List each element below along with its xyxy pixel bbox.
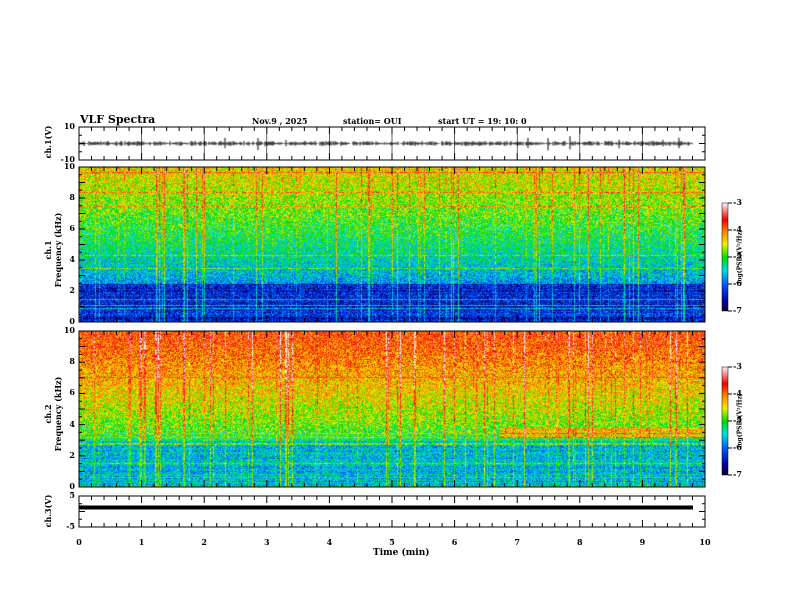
panel-frame bbox=[78, 330, 706, 488]
x-tick-label: 5 bbox=[389, 537, 395, 547]
colorbar-tick-label: -5 bbox=[733, 251, 742, 261]
y-tick-label: 2 bbox=[69, 449, 75, 460]
x-tick-label: 6 bbox=[451, 537, 458, 547]
spec2-ylabel-ch: ch.2 bbox=[43, 404, 53, 424]
x-tick-label: 4 bbox=[326, 537, 333, 547]
x-tick-label: 7 bbox=[514, 537, 520, 547]
colorbar-tick-label: -3 bbox=[733, 197, 742, 207]
colorbar-frame bbox=[721, 202, 729, 312]
y-tick-label: 8 bbox=[69, 356, 75, 367]
panel-frame bbox=[78, 166, 706, 323]
spec2-ylabel-freq: Frequency (kHz) bbox=[53, 376, 63, 452]
colorbar-tick-label: -4 bbox=[733, 224, 742, 234]
x-tick-label: 3 bbox=[264, 537, 270, 547]
x-tick-label: 0 bbox=[76, 537, 82, 547]
y-tick-label: 4 bbox=[69, 254, 75, 264]
x-tick-label: 10 bbox=[699, 537, 711, 547]
y-tick-label: 8 bbox=[69, 192, 75, 202]
y-tick-label: 10 bbox=[63, 121, 75, 131]
y-tick-label: 2 bbox=[69, 285, 75, 295]
colorbar-tick-label: -7 bbox=[733, 305, 742, 315]
colorbar-tick-label: -6 bbox=[733, 442, 742, 452]
x-tick-label: 9 bbox=[639, 537, 646, 547]
x-tick-label: 8 bbox=[577, 537, 583, 547]
colorbar-tick-label: -4 bbox=[733, 388, 742, 398]
x-tick-label: 1 bbox=[138, 537, 145, 547]
ch3-ylabel: ch.3(V) bbox=[43, 494, 53, 528]
y-tick-label: 6 bbox=[69, 387, 75, 398]
spec2-ylabel: ch.2 Frequency (kHz) bbox=[43, 369, 63, 459]
y-tick-label: 10 bbox=[63, 161, 75, 171]
colorbar-tick-label: -7 bbox=[733, 469, 742, 479]
y-tick-label: 4 bbox=[69, 418, 75, 429]
y-tick-label: -5 bbox=[66, 521, 75, 531]
x-tick-label: 2 bbox=[201, 537, 207, 547]
ch1-ylabel: ch.1(V) bbox=[43, 125, 53, 159]
colorbar-tick-label: -6 bbox=[733, 278, 742, 288]
colorbar-tick-label: -5 bbox=[733, 415, 742, 425]
spec1-ylabel-ch: ch.1 bbox=[43, 240, 53, 260]
y-tick-label: 10 bbox=[63, 325, 75, 335]
y-tick-label: 6 bbox=[69, 223, 75, 233]
spec1-ylabel: ch.1 Frequency (kHz) bbox=[43, 205, 63, 295]
y-tick-label: 5 bbox=[69, 490, 75, 500]
colorbar-frame bbox=[721, 366, 729, 476]
spec1-ylabel-freq: Frequency (kHz) bbox=[53, 212, 63, 288]
x-axis-label: Time (min) bbox=[373, 548, 430, 558]
colorbar-tick-label: -3 bbox=[733, 361, 742, 371]
axes bbox=[78, 126, 732, 528]
